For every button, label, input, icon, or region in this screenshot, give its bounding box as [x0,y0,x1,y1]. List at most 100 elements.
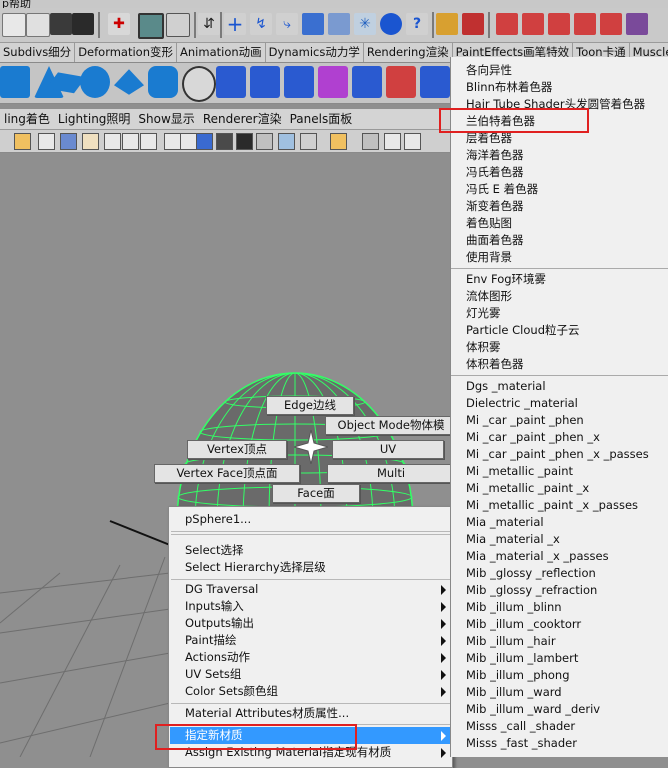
tab-subdivs[interactable]: Subdivs细分 [0,43,76,62]
polygon-cylinder-icon[interactable] [148,66,178,98]
marking-menu-uv[interactable]: UV [332,440,444,459]
material-mr-item[interactable]: Mia _material _x [466,531,560,548]
extract-icon[interactable] [250,66,280,98]
bridge-icon[interactable] [420,66,450,98]
marking-menu-edge[interactable]: Edge边线 [266,396,354,415]
frame-selected-icon[interactable] [384,133,401,150]
mirror-icon[interactable] [352,66,382,98]
open-scene-icon[interactable] [26,13,50,37]
marking-menu-face[interactable]: Face面 [272,484,360,503]
snap-point-icon[interactable]: ⤷ [276,13,298,35]
motion-blur-icon[interactable] [256,133,273,150]
material-mr-item[interactable]: Mi _metallic _paint _x _passes [466,497,638,514]
context-menu-object-name[interactable]: pSphere1... [185,511,251,528]
mask-icon[interactable]: ⇵ [198,13,220,35]
select-by-hierarchy-icon[interactable]: ✚ [108,13,130,35]
gate-mask-icon[interactable] [404,133,421,150]
material-mr-item[interactable]: Mib _illum _hair [466,633,556,650]
material-mr-item[interactable]: Misss _fast _shader [466,735,577,752]
context-menu-select[interactable]: Select选择 [185,542,243,559]
shaded-icon[interactable] [180,133,197,150]
material-mr-item[interactable]: Mi _car _paint _phen [466,412,584,429]
polygon-torus-icon[interactable] [80,66,110,98]
menu-show[interactable]: Show显示 [134,109,198,129]
screen-space-ao-icon[interactable] [236,133,253,150]
render-settings-icon[interactable] [462,13,484,35]
material-surface-shader[interactable]: 曲面着色器 [466,232,524,249]
material-ramp-shader[interactable]: 渐变着色器 [466,198,524,215]
film-gate-icon[interactable] [140,133,157,150]
context-menu-outputs[interactable]: Outputs输出 [185,615,254,632]
tab-deformation[interactable]: Deformation变形 [75,43,178,62]
material-light-fog[interactable]: 灯光雾 [466,305,501,322]
material-use-background[interactable]: 使用背景 [466,249,512,266]
context-menu-color-sets[interactable]: Color Sets颜色组 [185,683,278,700]
isolate-select-icon[interactable] [330,133,347,150]
marking-menu-multi[interactable]: Multi [327,464,455,483]
folder-icon[interactable] [50,13,72,35]
material-phong[interactable]: 冯氏着色器 [466,164,524,181]
material-mr-item[interactable]: Mib _illum _lambert [466,650,578,667]
wireframe-icon[interactable] [38,133,55,150]
context-menu-dg-traversal[interactable]: DG Traversal [185,581,258,598]
snap-curve-icon[interactable]: ↯ [250,13,272,35]
xray-joints-icon[interactable] [362,133,379,150]
polygon-prism-icon[interactable] [114,69,144,95]
render-icon[interactable] [380,13,402,35]
menu-renderer[interactable]: Renderer渲染 [199,109,286,129]
material-phong-e[interactable]: 冯氏 E 着色器 [466,181,538,198]
material-mr-item[interactable]: Mib _glossy _reflection [466,565,596,582]
material-particle-cloud[interactable]: Particle Cloud粒子云 [466,322,580,339]
smooth-icon[interactable] [284,66,314,98]
grid-icon[interactable] [104,133,121,150]
depth-of-field-icon[interactable] [300,133,317,150]
context-menu-uv-sets[interactable]: UV Sets组 [185,666,241,683]
menu-shading[interactable]: ling着色 [0,109,54,129]
context-menu-actions[interactable]: Actions动作 [185,649,250,666]
material-mr-item[interactable]: Mib _glossy _refraction [466,582,597,599]
magnet-icon[interactable] [548,13,570,35]
anti-aliasing-icon[interactable] [278,133,295,150]
select-by-component-icon[interactable] [166,13,190,37]
tab-dynamics[interactable]: Dynamics动力学 [266,43,364,62]
construction-history-icon[interactable]: ✳ [354,13,376,35]
help-icon[interactable]: ? [406,13,428,35]
material-mr-item[interactable]: Mi _metallic _paint [466,463,573,480]
material-mr-item[interactable]: Mib _illum _phong [466,667,570,684]
material-mr-item[interactable]: Mib _illum _blinn [466,599,562,616]
ipr-render-icon[interactable] [522,13,544,35]
context-menu-select-hierarchy[interactable]: Select Hierarchy选择层级 [185,559,326,576]
material-mr-item[interactable]: Mib _illum _ward _deriv [466,701,600,718]
material-shading-map[interactable]: 着色贴图 [466,215,512,232]
marking-menu-vertex-face[interactable]: Vertex Face顶点面 [154,464,300,483]
snap-grid-icon[interactable]: + [224,12,246,36]
polygon-sphere-icon[interactable] [0,66,30,98]
render-view-icon[interactable] [496,13,518,35]
save-icon[interactable] [72,13,94,35]
material-mr-item[interactable]: Misss _call _shader [466,718,575,735]
material-mr-item[interactable]: Mia _material _x _passes [466,548,609,565]
context-menu-paint[interactable]: Paint描绘 [185,632,236,649]
shadows-icon[interactable] [216,133,233,150]
booleans-icon[interactable] [318,66,348,98]
smooth-shade-icon[interactable] [60,133,77,150]
combine-icon[interactable] [182,66,216,102]
magnet-icon[interactable] [574,13,596,35]
material-mr-item[interactable]: Dielectric _material [466,395,578,412]
context-menu-inputs[interactable]: Inputs输入 [185,598,244,615]
tab-rendering[interactable]: Rendering渲染 [364,43,453,62]
channel-box-icon[interactable] [626,13,648,35]
material-anisotropic[interactable]: 各向异性 [466,62,512,79]
tab-animation[interactable]: Animation动画 [177,43,266,62]
menu-panels[interactable]: Panels面板 [286,109,357,129]
marking-menu-object-mode[interactable]: Object Mode物体模 [325,416,457,435]
material-mr-item[interactable]: Mi _metallic _paint _x [466,480,589,497]
material-blinn[interactable]: Blinn布林着色器 [466,79,552,96]
xray-icon[interactable] [164,133,181,150]
material-volume-fog[interactable]: 体积雾 [466,339,501,356]
extrude-icon[interactable] [386,66,416,98]
material-mr-item[interactable]: Mib _illum _cooktorr [466,616,581,633]
snap-live-icon[interactable] [328,13,350,35]
snap-view-plane-icon[interactable] [302,13,324,35]
material-env-fog[interactable]: Env Fog环境雾 [466,271,546,288]
